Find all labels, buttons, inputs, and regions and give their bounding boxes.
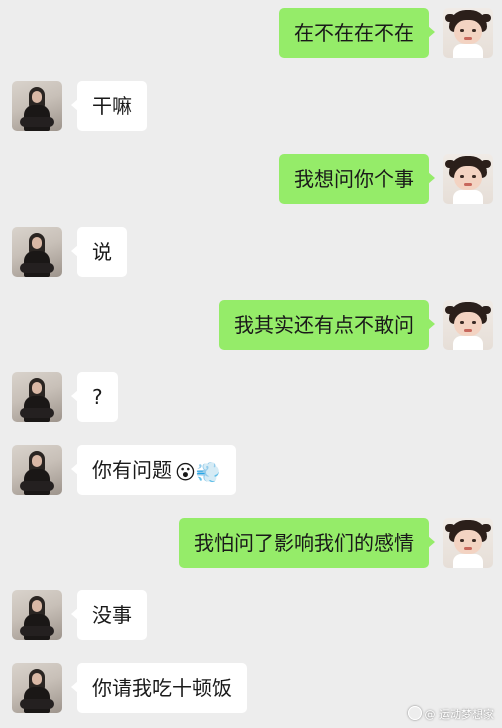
avatar-hair-tuft [481, 14, 491, 22]
avatar-face [32, 673, 42, 685]
message-row-outgoing: 我想问你个事 [0, 154, 502, 206]
contact-avatar[interactable] [12, 445, 62, 495]
avatar-shirt [453, 554, 483, 568]
avatar-hair-tuft [481, 524, 491, 532]
message-row-incoming: 没事 [0, 590, 502, 642]
watermark: @ 运动梦想家 [407, 706, 495, 722]
avatar-eye [460, 539, 464, 542]
contact-avatar[interactable] [12, 227, 62, 277]
avatar-shirt [453, 190, 483, 204]
message-bubble-incoming[interactable]: 你请我吃十顿饭 [71, 663, 247, 713]
avatar-legs [20, 481, 54, 491]
my-avatar[interactable] [443, 300, 493, 350]
watermark-text: @ 运动梦想家 [424, 708, 495, 721]
avatar-mouth [464, 37, 472, 40]
avatar-legs [20, 117, 54, 127]
avatar-eye [472, 175, 476, 178]
avatar-face [32, 382, 42, 394]
avatar-legs [20, 263, 54, 273]
message-bubble-incoming[interactable]: 干嘛 [71, 81, 147, 131]
avatar-face [32, 237, 42, 249]
avatar-eye [460, 321, 464, 324]
avatar-eye [472, 29, 476, 32]
surprised-emoji-icon: 😮💨 [175, 459, 221, 484]
message-bubble-outgoing[interactable]: 我想问你个事 [279, 154, 435, 204]
message-row-incoming: 你有问题 😮💨 [0, 445, 502, 497]
avatar-legs [20, 626, 54, 636]
avatar-hair-tuft [481, 160, 491, 168]
contact-avatar[interactable] [12, 372, 62, 422]
message-row-incoming: ? [0, 372, 502, 424]
avatar-eye [460, 175, 464, 178]
message-row-outgoing: 我其实还有点不敢问 [0, 300, 502, 352]
message-row-outgoing: 我怕问了影响我们的感情 [0, 518, 502, 570]
avatar-face [454, 312, 482, 336]
message-row-outgoing: 在不在在不在 [0, 8, 502, 60]
avatar-hair-tuft [445, 306, 455, 314]
avatar-face [454, 530, 482, 554]
avatar-shirt [453, 336, 483, 350]
avatar-hair-tuft [445, 524, 455, 532]
watermark-logo-icon [407, 706, 422, 720]
avatar-face [32, 455, 42, 467]
message-bubble-incoming[interactable]: 说 [71, 227, 127, 277]
message-text: 你有问题 [92, 458, 172, 482]
avatar-hair-tuft [481, 306, 491, 314]
contact-avatar[interactable] [12, 81, 62, 131]
message-bubble-outgoing[interactable]: 我怕问了影响我们的感情 [179, 518, 435, 568]
message-bubble-incoming[interactable]: ? [71, 372, 118, 422]
avatar-shirt [453, 44, 483, 58]
avatar-hair-tuft [445, 160, 455, 168]
message-bubble-outgoing[interactable]: 我其实还有点不敢问 [219, 300, 435, 350]
contact-avatar[interactable] [12, 590, 62, 640]
avatar-mouth [464, 547, 472, 550]
avatar-eye [472, 539, 476, 542]
avatar-face [32, 91, 42, 103]
avatar-face [32, 600, 42, 612]
avatar-mouth [464, 329, 472, 332]
message-bubble-outgoing[interactable]: 在不在在不在 [279, 8, 435, 58]
message-row-incoming: 干嘛 [0, 81, 502, 133]
message-row-incoming: 说 [0, 227, 502, 279]
avatar-eye [472, 321, 476, 324]
avatar-mouth [464, 183, 472, 186]
avatar-face [454, 20, 482, 44]
avatar-face [454, 166, 482, 190]
my-avatar[interactable] [443, 8, 493, 58]
avatar-legs [20, 699, 54, 709]
avatar-legs [20, 408, 54, 418]
avatar-hair-tuft [445, 14, 455, 22]
my-avatar[interactable] [443, 518, 493, 568]
message-bubble-incoming[interactable]: 没事 [71, 590, 147, 640]
avatar-eye [460, 29, 464, 32]
contact-avatar[interactable] [12, 663, 62, 713]
message-bubble-incoming[interactable]: 你有问题 😮💨 [71, 445, 236, 495]
my-avatar[interactable] [443, 154, 493, 204]
